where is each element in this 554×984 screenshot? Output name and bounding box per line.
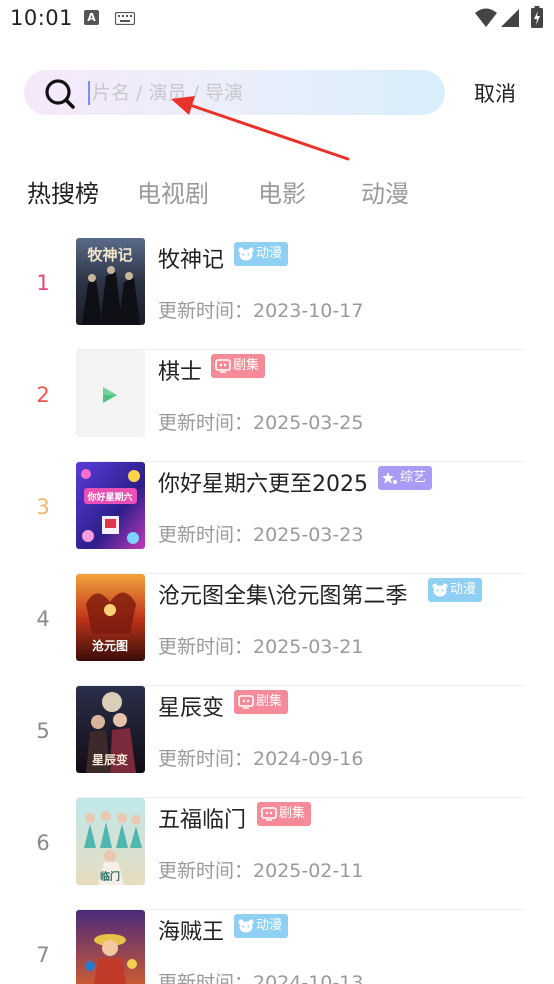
- signal-icon: [501, 9, 519, 27]
- poster-image: 你好星期六: [76, 462, 145, 549]
- rank-number: 7: [36, 943, 50, 967]
- poster-image: 临门: [76, 798, 145, 885]
- item-title: 牧神记: [158, 248, 225, 273]
- badge-label: 动漫: [450, 582, 477, 597]
- item-title: 你好星期六更至2025: [158, 472, 368, 497]
- badge-label: 动漫: [256, 246, 283, 261]
- poster-placeholder-image: [76, 350, 145, 437]
- update-time: 更新时间：2024-09-16: [158, 748, 364, 770]
- drama-badge-icon: [238, 694, 254, 709]
- item-title: 沧元图全集\沧元图第二季: [158, 584, 408, 609]
- list-item[interactable]: 3 你好星期六 你好星期六更至2025 综艺 更新时间：2025-03-23: [18, 462, 524, 574]
- update-time: 更新时间：2025-03-23: [158, 524, 364, 546]
- anime-badge-icon: [238, 919, 254, 932]
- anime-badge-icon: [238, 247, 254, 260]
- status-bar: 10:01 A: [0, 0, 554, 38]
- poster-caption: 临门: [100, 870, 120, 883]
- poster-image: 沧元图: [76, 574, 145, 661]
- wifi-icon: [475, 8, 497, 27]
- poster-image: 星辰变: [76, 686, 145, 773]
- update-time: 更新时间：2024-10-13: [158, 972, 364, 984]
- list-item[interactable]: 5 星辰变 星辰变 剧集 更新时间：2024-09-16: [18, 686, 524, 798]
- category-badge: 动漫: [234, 242, 289, 266]
- poster-caption: 牧神记: [87, 246, 132, 264]
- rank-number: 1: [36, 271, 50, 295]
- rank-number: 5: [36, 719, 50, 743]
- badge-label: 剧集: [256, 694, 283, 709]
- category-badge: 剧集: [234, 690, 289, 714]
- tab-movies[interactable]: 电影: [258, 174, 306, 209]
- item-title: 五福临门: [158, 808, 247, 833]
- category-badge: 动漫: [234, 914, 289, 938]
- badge-label: 剧集: [233, 358, 260, 373]
- badge-label: 剧集: [279, 806, 306, 821]
- badge-label: 动漫: [256, 918, 283, 933]
- category-badge: 综艺: [378, 466, 433, 490]
- cancel-button[interactable]: 取消: [474, 78, 516, 108]
- rank-number: 3: [36, 495, 50, 519]
- poster-caption: 星辰变: [92, 752, 128, 767]
- drama-badge-icon: [215, 358, 231, 373]
- category-badge: 剧集: [211, 354, 266, 378]
- search-input[interactable]: [92, 78, 412, 108]
- rank-number: 2: [36, 383, 50, 407]
- update-time: 更新时间：2023-10-17: [158, 300, 364, 322]
- screen: 10:01 A 取消 热搜榜 电视剧 电影 动漫: [0, 0, 554, 984]
- drama-badge-icon: [261, 806, 277, 821]
- item-title: 海贼王: [158, 920, 225, 945]
- update-time: 更新时间：2025-02-11: [158, 860, 364, 882]
- item-title: 星辰变: [158, 696, 225, 721]
- update-time: 更新时间：2025-03-21: [158, 636, 364, 658]
- category-badge: 剧集: [257, 802, 312, 826]
- list-item[interactable]: 1 牧神记 牧神记 动漫 更新时间：2023-10-17: [18, 238, 524, 350]
- tab-tv-series[interactable]: 电视剧: [137, 174, 209, 209]
- poster-caption: 你好星期六: [86, 491, 132, 503]
- battery-charging-icon: [531, 6, 543, 28]
- variety-badge-icon: [382, 471, 397, 484]
- accessibility-notification-icon: A: [84, 10, 99, 25]
- list-item[interactable]: 2 棋士 剧集 更新时间：2025-03-25: [18, 350, 524, 462]
- tab-hot-search[interactable]: 热搜榜: [27, 174, 99, 209]
- list-item[interactable]: 4 沧元图 沧元图全集\沧元图第二季 动漫 更新时间：2025-03-21: [18, 574, 524, 686]
- update-time: 更新时间：2025-03-25: [158, 412, 364, 434]
- poster-caption: 沧元图: [92, 638, 128, 653]
- anime-badge-icon: [432, 583, 448, 596]
- tab-anime[interactable]: 动漫: [361, 174, 409, 209]
- poster-image: 牧神记: [76, 238, 145, 325]
- rank-number: 4: [36, 607, 50, 631]
- rank-number: 6: [36, 831, 50, 855]
- list-item[interactable]: 6 临门 五福临门 剧集 更新时间：2025-02-11: [18, 798, 524, 910]
- text-cursor: [88, 81, 90, 105]
- search-icon: [45, 79, 75, 109]
- status-time: 10:01: [10, 6, 74, 30]
- list-item[interactable]: 7 海贼王 动漫 更新时间：2024-10-13: [18, 910, 524, 984]
- poster-image: [76, 910, 145, 984]
- badge-label: 综艺: [400, 470, 427, 485]
- category-badge: 动漫: [428, 578, 483, 602]
- keyboard-icon: [115, 12, 135, 25]
- item-title: 棋士: [158, 360, 203, 385]
